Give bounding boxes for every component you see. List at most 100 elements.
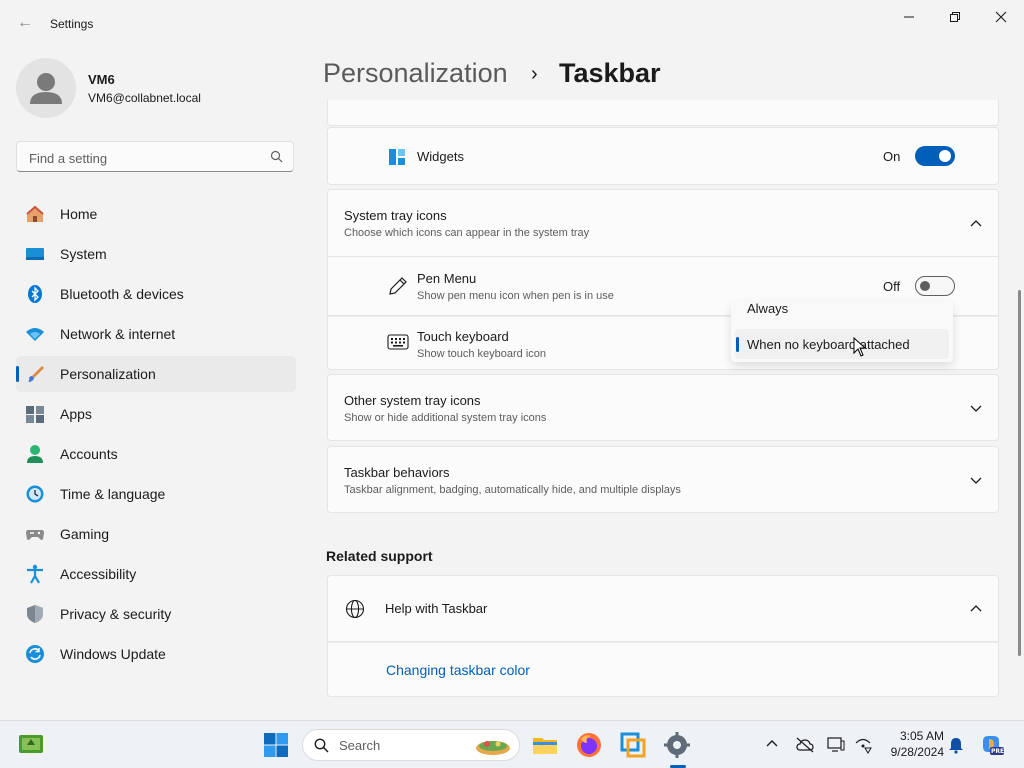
search-highlight-icon (476, 741, 510, 755)
accessibility-icon (27, 564, 43, 584)
taskbar-search-label: Search (339, 738, 381, 753)
sidebar-item-label: Time & language (60, 486, 166, 502)
app-title: Settings (50, 17, 94, 31)
breadcrumb-parent[interactable]: Personalization (323, 58, 508, 89)
sidebar-item-label: System (60, 246, 107, 262)
globe-icon (345, 599, 365, 619)
page-title: Taskbar (559, 58, 661, 88)
system-tray-header[interactable]: System tray icons Choose which icons can… (327, 189, 999, 257)
sidebar-item-accessibility[interactable]: Accessibility (16, 556, 296, 592)
widgets-toggle[interactable] (915, 146, 955, 166)
brush-icon (28, 366, 44, 382)
changing-taskbar-color-link[interactable]: Changing taskbar color (386, 662, 530, 678)
notification-bell-icon[interactable] (947, 736, 965, 754)
home-icon (26, 205, 44, 222)
dropdown-option-no-keyboard[interactable]: When no keyboard attached (747, 337, 910, 352)
search-icon (270, 150, 283, 163)
help-taskbar-header[interactable]: Help with Taskbar (327, 575, 999, 642)
shield-icon (27, 605, 43, 623)
sidebar-item-label: Personalization (60, 366, 156, 382)
search-icon (314, 738, 329, 753)
back-button[interactable]: ← (14, 12, 36, 34)
clock-date[interactable]: 9/28/2024 (870, 745, 944, 759)
dropdown-option-always[interactable]: Always (747, 302, 788, 316)
restore-icon (950, 12, 960, 22)
scrollbar-thumb[interactable] (1018, 290, 1021, 656)
widgets-icon (389, 149, 405, 165)
desktop-app-icon[interactable] (18, 733, 44, 757)
sidebar-item-windows-update[interactable]: Windows Update (16, 636, 296, 672)
sidebar-item-network[interactable]: Network & internet (16, 316, 296, 352)
touch-keyboard-dropdown[interactable]: Always When no keyboard attached (731, 302, 953, 362)
sidebar-item-bluetooth[interactable]: Bluetooth & devices (16, 276, 296, 312)
chevron-up-icon (970, 220, 982, 227)
sidebar-item-label: Gaming (60, 526, 110, 542)
minimize-button[interactable] (887, 6, 931, 28)
close-button[interactable] (979, 6, 1023, 28)
bluetooth-icon (28, 285, 42, 303)
keyboard-icon (387, 334, 409, 350)
widgets-label: Widgets (417, 149, 464, 164)
pen-menu-title: Pen Menu (417, 271, 477, 286)
widgets-row: Widgets On (327, 127, 999, 185)
clock-time[interactable]: 3:05 AM (880, 729, 944, 743)
user-name: VM6 (88, 72, 115, 87)
taskbar-behaviors-subtitle: Taskbar alignment, badging, automaticall… (344, 484, 681, 496)
pen-menu-state-label: Off (883, 279, 901, 294)
pen-menu-toggle[interactable] (915, 276, 955, 296)
widgets-state-label: On (883, 149, 901, 164)
sidebar-item-accounts[interactable]: Accounts (16, 436, 296, 472)
firefox-icon[interactable] (575, 731, 603, 759)
cloud-off-icon[interactable] (795, 736, 815, 754)
touch-keyboard-subtitle: Show touch keyboard icon (417, 348, 547, 360)
search-input[interactable] (27, 147, 261, 169)
chevron-up-icon[interactable] (765, 737, 779, 751)
sidebar-item-gaming[interactable]: Gaming (16, 516, 296, 552)
sidebar-item-system[interactable]: System (16, 236, 296, 272)
file-explorer-icon[interactable] (531, 731, 559, 759)
help-taskbar-title: Help with Taskbar (385, 601, 488, 616)
system-tray-title: System tray icons (344, 208, 447, 223)
sidebar-item-time-language[interactable]: Time & language (16, 476, 296, 512)
minimize-icon (904, 16, 914, 18)
back-arrow-icon: ← (17, 14, 33, 31)
sidebar-item-personalization[interactable]: Personalization (16, 356, 296, 392)
remote-app-icon[interactable] (619, 731, 647, 759)
title-bar: ← Settings (0, 0, 1024, 48)
close-icon (995, 11, 1007, 23)
sidebar-item-label: Home (60, 206, 98, 222)
chevron-up-icon (970, 605, 982, 612)
maximize-button[interactable] (933, 6, 977, 28)
sidebar-item-apps[interactable]: Apps (16, 396, 296, 432)
sidebar-item-home[interactable]: Home (16, 196, 296, 232)
chevron-down-icon (970, 477, 982, 484)
taskbar-behaviors-row[interactable]: Taskbar behaviors Taskbar alignment, bad… (327, 446, 999, 513)
settings-gear-icon[interactable] (663, 731, 691, 759)
taskbar-search[interactable]: Search (302, 729, 520, 761)
copilot-icon[interactable]: PRE (980, 733, 1004, 757)
breadcrumb-separator: › (531, 63, 538, 85)
toggle-knob (920, 281, 930, 291)
other-tray-title: Other system tray icons (344, 393, 481, 408)
apps-icon (26, 406, 44, 423)
avatar[interactable] (16, 58, 76, 118)
system-icon (26, 248, 44, 260)
sidebar-item-privacy[interactable]: Privacy & security (16, 596, 296, 632)
network-icon (26, 328, 44, 341)
pen-menu-subtitle: Show pen menu icon when pen is in use (417, 290, 614, 302)
taskbar-behaviors-title: Taskbar behaviors (344, 465, 450, 480)
start-icon[interactable] (262, 731, 290, 759)
search-box[interactable] (16, 141, 294, 172)
other-tray-row[interactable]: Other system tray icons Show or hide add… (327, 374, 999, 441)
sidebar-item-label: Privacy & security (60, 606, 172, 622)
system-tray-subtitle: Choose which icons can appear in the sys… (344, 227, 590, 239)
accounts-icon (27, 445, 43, 463)
update-icon (26, 645, 44, 663)
other-tray-subtitle: Show or hide additional system tray icon… (344, 412, 547, 424)
sidebar-item-label: Bluetooth & devices (60, 286, 184, 302)
sidebar-item-label: Accessibility (60, 566, 137, 582)
taskbar: Search 3:05 AM 9/28/2024 PRE (0, 720, 1024, 768)
monitor-icon[interactable] (826, 736, 846, 754)
help-taskbar-body: Changing taskbar color (327, 642, 999, 697)
sidebar-item-label: Apps (60, 406, 92, 422)
